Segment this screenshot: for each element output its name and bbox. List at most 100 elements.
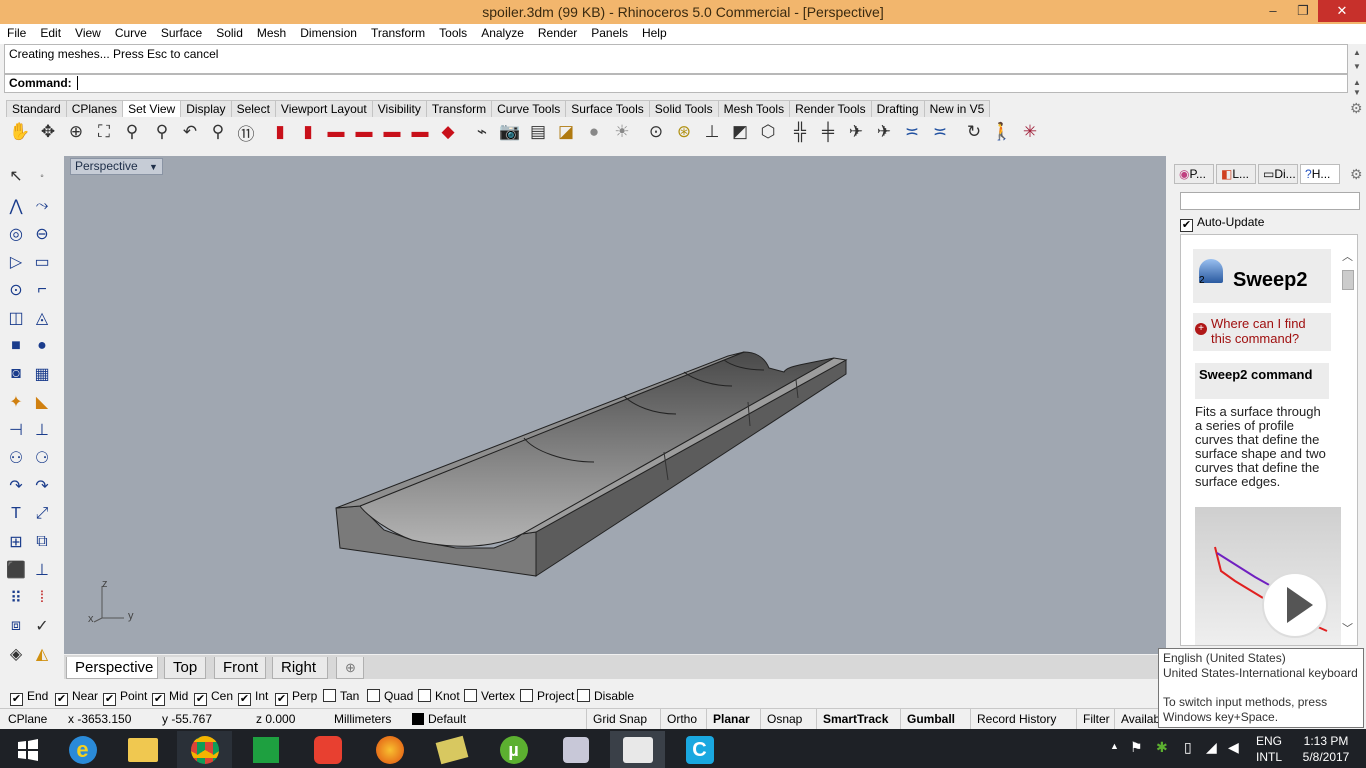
- help-scrollbar-thumb[interactable]: [1342, 270, 1354, 290]
- add-view-tab-icon[interactable]: ⊕: [336, 657, 364, 679]
- render-icon[interactable]: ✦: [4, 390, 28, 414]
- taskbar-rhino[interactable]: [610, 731, 665, 768]
- osnap-knot[interactable]: Knot: [418, 688, 460, 704]
- circle-tangent-icon[interactable]: ⊙: [4, 278, 28, 302]
- text-icon[interactable]: T: [4, 502, 28, 526]
- left-view-car-icon[interactable]: ▬: [324, 120, 348, 144]
- tray-volume-icon[interactable]: ◀: [1228, 739, 1239, 756]
- flyer-icon[interactable]: ✈: [844, 120, 868, 144]
- split-icon[interactable]: ⊥: [30, 418, 54, 442]
- history-scroll-up-icon[interactable]: ▲: [1350, 46, 1364, 60]
- status-ortho[interactable]: Ortho: [660, 709, 703, 730]
- curve-icon[interactable]: ⤳: [30, 194, 54, 218]
- close-button[interactable]: ✕: [1318, 0, 1366, 22]
- menu-edit[interactable]: Edit: [33, 24, 68, 43]
- checkbox-icon[interactable]: ✔: [275, 693, 288, 706]
- checkbox-icon[interactable]: ✔: [10, 693, 23, 706]
- osnap-cen[interactable]: ✔ Cen: [194, 688, 233, 706]
- explode-icon[interactable]: ✳: [1018, 120, 1042, 144]
- ellipse-icon[interactable]: ⊖: [30, 222, 54, 246]
- trim-icon[interactable]: ⊣: [4, 418, 28, 442]
- taskbar-explorer[interactable]: [115, 731, 170, 768]
- named-view-icon[interactable]: 📷: [498, 120, 522, 144]
- top-view-car-icon[interactable]: ▮: [268, 120, 292, 144]
- tab-transform[interactable]: Transform: [425, 100, 493, 117]
- tab-drafting[interactable]: Drafting: [870, 100, 925, 117]
- view-tab-top[interactable]: Top: [164, 657, 206, 679]
- status-osnap[interactable]: Osnap: [760, 709, 808, 730]
- status-units[interactable]: Millimeters: [334, 712, 391, 727]
- grid-points-icon[interactable]: ⠿: [4, 586, 28, 610]
- circle-icon[interactable]: ◎: [4, 222, 28, 246]
- set-cplane-icon[interactable]: ◪: [554, 120, 578, 144]
- menu-render[interactable]: Render: [531, 24, 584, 43]
- osnap-vertex[interactable]: Vertex: [464, 688, 515, 704]
- surface-corner-icon[interactable]: ◫: [4, 306, 28, 330]
- tray-clock[interactable]: 1:13 PM 5/8/2017: [1294, 733, 1358, 765]
- tab-solid-tools[interactable]: Solid Tools: [648, 100, 719, 117]
- tab-render-tools[interactable]: Render Tools: [789, 100, 872, 117]
- osnap-disable[interactable]: Disable: [577, 688, 634, 704]
- control-points-icon[interactable]: ⁞: [30, 586, 54, 610]
- menu-mesh[interactable]: Mesh: [250, 24, 293, 43]
- mesh-plane-icon[interactable]: ▦: [30, 362, 54, 386]
- toolbar-gear-icon[interactable]: ⚙: [1350, 100, 1363, 117]
- osnap-tan[interactable]: Tan: [323, 688, 359, 704]
- zoom-target-icon[interactable]: ⚲: [206, 120, 230, 144]
- fly-icon[interactable]: ≍: [900, 120, 924, 144]
- menu-help[interactable]: Help: [635, 24, 674, 43]
- tab-display[interactable]: Display: [180, 100, 232, 117]
- back-view-car-icon[interactable]: ▬: [408, 120, 432, 144]
- point-icon[interactable]: ◦: [30, 164, 54, 188]
- restore-button[interactable]: ❐: [1288, 0, 1318, 22]
- minimize-button[interactable]: –: [1258, 0, 1288, 22]
- cube-icon[interactable]: ⬡: [756, 120, 780, 144]
- front-view-car-icon[interactable]: ▬: [352, 120, 376, 144]
- tab-set-view[interactable]: Set View: [122, 100, 182, 117]
- checkbox-icon[interactable]: [367, 689, 380, 702]
- extrude-curve-icon[interactable]: ◬: [30, 306, 54, 330]
- osnap-project[interactable]: Project: [520, 688, 574, 704]
- tab-curve-tools[interactable]: Curve Tools: [491, 100, 567, 117]
- checkbox-icon[interactable]: [418, 689, 431, 702]
- plan-view-icon[interactable]: ▤: [526, 120, 550, 144]
- dimension-icon[interactable]: ⊥: [30, 558, 54, 582]
- checkbox-icon[interactable]: ✔: [1180, 219, 1193, 232]
- zoom-window-icon[interactable]: ⚲: [120, 120, 144, 144]
- sun-icon[interactable]: ☀: [610, 120, 634, 144]
- panel-gear-icon[interactable]: ⚙: [1350, 166, 1363, 183]
- taskbar-app-yellow[interactable]: [424, 731, 479, 768]
- tab-standard[interactable]: Standard: [6, 100, 67, 117]
- cylinder-icon[interactable]: ◙: [4, 362, 28, 386]
- distribute-icon[interactable]: ╪: [816, 120, 840, 144]
- panel-tab-layers[interactable]: ◧L...: [1216, 164, 1256, 184]
- taskbar-ccleaner[interactable]: C: [672, 731, 727, 768]
- checkbox-icon[interactable]: [520, 689, 533, 702]
- history-scroll-down-icon[interactable]: ▼: [1350, 60, 1364, 74]
- ungroup-icon[interactable]: ⚆: [30, 446, 54, 470]
- orbit-icon[interactable]: ↻: [962, 120, 986, 144]
- status-gumball[interactable]: Gumball: [900, 709, 961, 730]
- help-video-thumbnail[interactable]: [1195, 507, 1341, 645]
- plane-icon[interactable]: ✈: [872, 120, 896, 144]
- tab-mesh-tools[interactable]: Mesh Tools: [717, 100, 791, 117]
- osnap-end[interactable]: ✔ End: [10, 688, 48, 706]
- polygon-icon[interactable]: ▷: [4, 250, 28, 274]
- tab-viewport-layout[interactable]: Viewport Layout: [274, 100, 373, 117]
- light-icon[interactable]: ●: [582, 120, 606, 144]
- walk-icon[interactable]: 🚶: [990, 120, 1014, 144]
- paint-icon[interactable]: ◭: [30, 642, 54, 666]
- fly-through-icon[interactable]: ≍: [928, 120, 952, 144]
- start-button[interactable]: [0, 731, 55, 768]
- taskbar-app-tool[interactable]: [548, 731, 603, 768]
- help-search-input[interactable]: [1180, 192, 1360, 210]
- help-scroll-up-icon[interactable]: ︿: [1342, 248, 1353, 264]
- checkbox-icon[interactable]: ✔: [194, 693, 207, 706]
- gnomon-icon[interactable]: ⊥: [700, 120, 724, 144]
- analyze-icon[interactable]: ⧈: [4, 614, 28, 638]
- checkbox-icon[interactable]: [577, 689, 590, 702]
- checkbox-icon[interactable]: ✔: [152, 693, 165, 706]
- command-line[interactable]: Command:: [4, 74, 1348, 93]
- status-smarttrack[interactable]: SmartTrack: [816, 709, 894, 730]
- viewport-dropdown-icon[interactable]: ▼: [149, 162, 158, 172]
